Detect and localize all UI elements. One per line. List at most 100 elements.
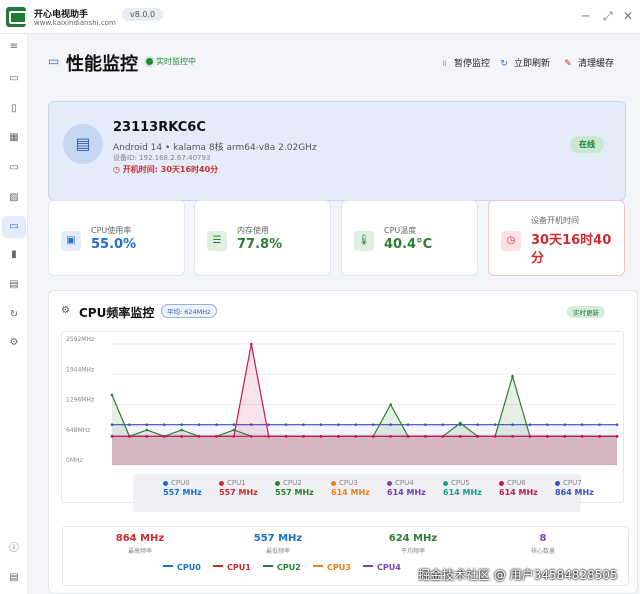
data-point bbox=[528, 435, 532, 438]
cpu-legend-freq: 614 MHz bbox=[499, 488, 538, 497]
app-url: www.kaixindianshi.com bbox=[34, 19, 116, 27]
data-point bbox=[493, 435, 497, 438]
data-point bbox=[389, 435, 392, 438]
memory-value: 77.8% bbox=[237, 237, 283, 252]
cpu-legend-name: CPU5 bbox=[443, 479, 499, 487]
data-point bbox=[145, 428, 149, 432]
min-frequency-value: 557 MHz bbox=[253, 533, 303, 544]
memory-card: ☰ 内存使用 77.8% bbox=[194, 200, 331, 276]
cpu-legend-name: CPU4 bbox=[387, 479, 443, 487]
cpu-legend-name: CPU2 bbox=[275, 479, 331, 487]
data-point bbox=[215, 423, 218, 426]
data-point bbox=[162, 435, 166, 438]
apps-icon[interactable]: ▦ bbox=[7, 131, 21, 145]
data-point bbox=[110, 435, 114, 438]
y-tick-label: 1944MHz bbox=[66, 366, 94, 373]
data-point bbox=[371, 435, 375, 438]
thermometer-icon: 🌡 bbox=[354, 231, 374, 251]
cpu-legend-name: CPU3 bbox=[331, 479, 387, 487]
series-area bbox=[112, 436, 617, 465]
average-badge: 平均: 624MHz bbox=[161, 304, 217, 318]
settings-icon[interactable]: ⚙ bbox=[7, 336, 21, 350]
uptime-text: 开机时间: 30天16时40分 bbox=[122, 165, 219, 174]
status-badge: 在线 bbox=[570, 136, 604, 153]
pause-button[interactable]: ॥ 暂停监控 bbox=[438, 56, 490, 69]
refresh-button[interactable]: ↻ 立即刷新 bbox=[498, 56, 550, 69]
data-point bbox=[267, 435, 271, 438]
document-icon[interactable]: ▤ bbox=[7, 571, 21, 585]
chart-title: CPU频率监控 bbox=[79, 306, 155, 320]
minimize-icon[interactable]: ─ bbox=[582, 9, 589, 23]
temperature-value: 40.4°C bbox=[384, 237, 433, 252]
avg-frequency-value: 624 MHz bbox=[388, 533, 438, 544]
restore-icon[interactable]: ⤢ bbox=[603, 9, 613, 23]
monitor-icon[interactable]: ▭ bbox=[7, 72, 21, 86]
cpu-legend-item: CPU6 614 MHz bbox=[499, 479, 555, 497]
device-id: 设备ID: 192.168.2.67:40793 bbox=[113, 154, 211, 162]
data-point bbox=[250, 435, 253, 438]
data-point bbox=[197, 435, 201, 438]
info-icon[interactable]: ⓘ bbox=[7, 542, 21, 556]
data-point bbox=[424, 423, 427, 426]
cpu-legend-freq: 864 MHz bbox=[555, 488, 594, 497]
y-tick-label: 2592MHz bbox=[66, 336, 94, 343]
cpu-legend-item: CPU3 614 MHz bbox=[331, 479, 387, 497]
temperature-card: 🌡 CPU温度 40.4°C bbox=[341, 200, 478, 276]
data-point bbox=[406, 435, 410, 438]
legend-cpu0: CPU0 bbox=[163, 563, 201, 572]
data-point bbox=[458, 435, 462, 438]
menu-icon[interactable]: ≡ bbox=[7, 40, 21, 54]
clock-icon: ◷ bbox=[501, 231, 521, 251]
device-spec: Android 14 • kalama 8核 arm64-v8a 2.02GHz bbox=[113, 143, 317, 153]
data-point bbox=[528, 423, 532, 426]
cpu-legend-item: CPU0 557 MHz bbox=[163, 479, 219, 497]
phone-icon[interactable]: ▯ bbox=[7, 102, 21, 116]
cpu-legend-freq: 557 MHz bbox=[219, 488, 258, 497]
cpu-legend-item: CPU2 557 MHz bbox=[275, 479, 331, 497]
sidebar: ≡ ▭ ▯ ▦ ▭ ▨ ▭ ▮ ▤ ↻ ⚙ ⓘ ▤ bbox=[0, 34, 28, 594]
refresh-icon[interactable]: ↻ bbox=[7, 308, 21, 322]
y-tick-label: 648MHz bbox=[66, 427, 90, 434]
printer-icon: ▤ bbox=[63, 124, 103, 164]
data-point bbox=[511, 375, 514, 378]
y-tick-label: 0MHz bbox=[66, 457, 83, 464]
clear-cache-button[interactable]: ✎ 清理缓存 bbox=[562, 56, 614, 69]
image-icon[interactable]: ▨ bbox=[7, 191, 21, 205]
close-icon[interactable]: ✕ bbox=[623, 9, 633, 23]
data-point bbox=[406, 423, 410, 426]
data-point bbox=[180, 435, 183, 438]
data-point bbox=[615, 435, 619, 438]
max-frequency-label: 最高频率 bbox=[127, 548, 152, 555]
battery-icon[interactable]: ▮ bbox=[7, 248, 21, 262]
data-point bbox=[267, 423, 271, 426]
device-uptime: ◷ 开机时间: 30天16时40分 bbox=[113, 164, 218, 175]
device-name: 23113RKC6C bbox=[113, 120, 206, 135]
temperature-label: CPU温度 bbox=[384, 226, 417, 235]
data-point bbox=[145, 435, 149, 438]
main-content: ▭ 性能监控 实时监控中 ॥ 暂停监控 ↻ 立即刷新 ✎ 清理缓存 ▤ 23113RK… bbox=[28, 34, 640, 594]
data-point bbox=[511, 435, 514, 438]
y-tick-label: 1296MHz bbox=[66, 397, 94, 404]
data-point bbox=[284, 423, 288, 426]
cpu-usage-value: 55.0% bbox=[91, 237, 137, 252]
data-point bbox=[284, 435, 288, 438]
data-point bbox=[546, 423, 549, 426]
data-point bbox=[458, 421, 462, 425]
cpu-legend-freq: 614 MHz bbox=[331, 488, 370, 497]
cpu-legend-freq: 557 MHz bbox=[275, 488, 314, 497]
data-point bbox=[371, 423, 375, 426]
legend-cpu1: CPU1 bbox=[213, 563, 251, 572]
data-point bbox=[232, 435, 236, 438]
data-point bbox=[563, 435, 567, 438]
data-point bbox=[232, 423, 236, 426]
data-point bbox=[250, 342, 253, 346]
max-frequency: 864 MHz 最高频率 bbox=[95, 533, 185, 555]
cpu-legend: CPU0 557 MHz CPU1 557 MHz CPU2 557 MHz CPU3 614… bbox=[133, 474, 594, 512]
avg-frequency-label: 平均频率 bbox=[400, 548, 425, 555]
core-count: 8 核心数量 bbox=[498, 533, 588, 555]
cpu-frequency-panel: ⚙ CPU频率监控 平均: 624MHz 实时更新 2592MHz 1944MHz… bbox=[48, 290, 638, 594]
app-logo-icon bbox=[6, 7, 27, 27]
tv-icon[interactable]: ▭ bbox=[7, 161, 21, 175]
laptop-icon[interactable]: ▭ bbox=[2, 216, 26, 238]
calendar-icon[interactable]: ▤ bbox=[7, 278, 21, 292]
